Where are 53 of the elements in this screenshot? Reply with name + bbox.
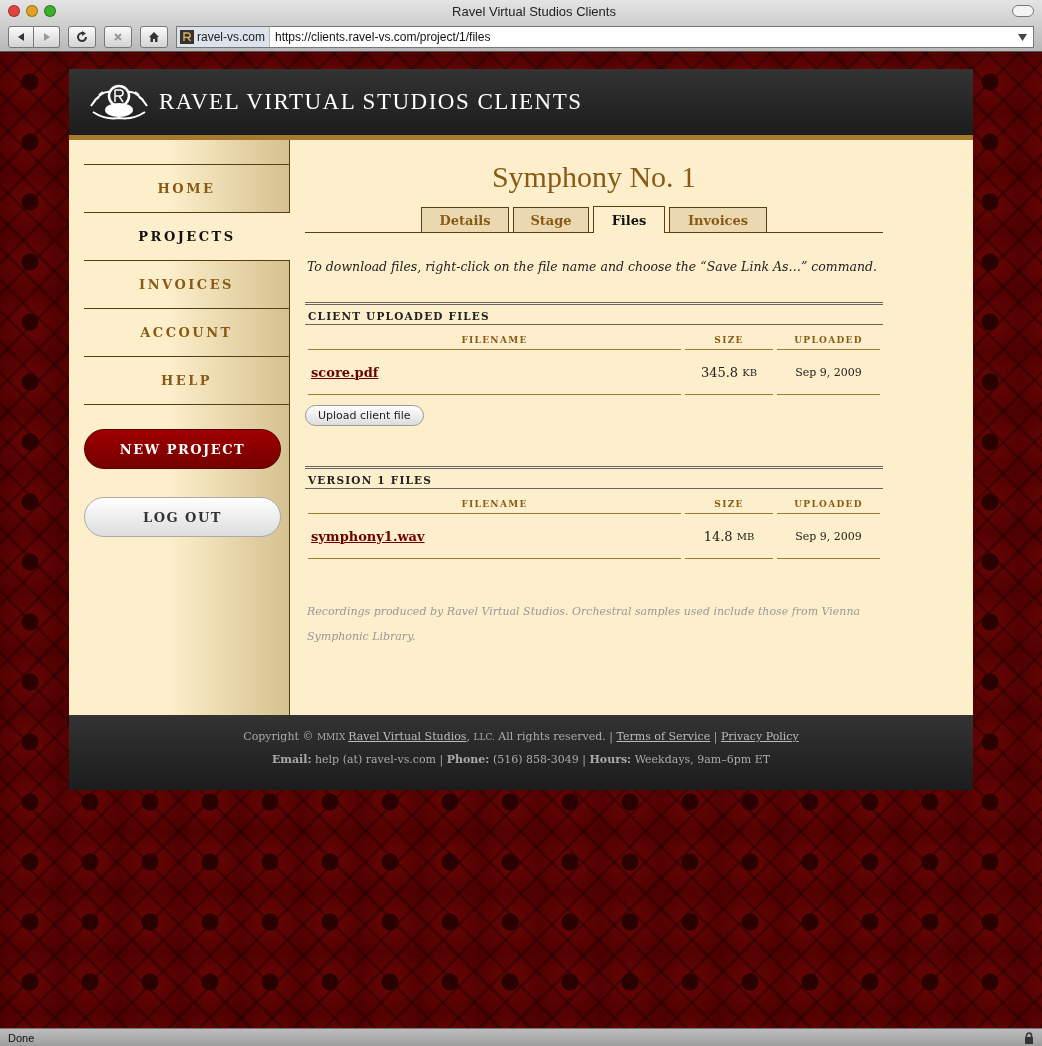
file-link[interactable]: symphony1.wav <box>311 528 425 544</box>
section-title: VERSION 1 FILES <box>305 466 883 489</box>
stop-icon <box>113 32 123 42</box>
stop-button[interactable] <box>104 26 132 48</box>
tab[interactable]: Files <box>593 206 665 233</box>
size-cell: 345.8 KB <box>685 350 773 395</box>
window-pill-button[interactable] <box>1012 5 1034 17</box>
column-header: UPLOADED <box>777 489 880 514</box>
log-out-button[interactable]: LOG OUT <box>84 497 281 537</box>
tab[interactable]: Stage <box>513 207 589 232</box>
nav-item[interactable]: INVOICES <box>84 261 289 309</box>
upload-button[interactable]: Upload client file <box>305 405 424 426</box>
footer-link[interactable]: Terms of Service <box>616 730 711 743</box>
date-cell: Sep 9, 2009 <box>777 350 880 395</box>
window-controls[interactable] <box>8 5 56 17</box>
back-arrow-icon <box>16 32 26 42</box>
new-project-button[interactable]: NEW PROJECT <box>84 429 281 469</box>
tab[interactable]: Invoices <box>669 207 767 232</box>
url-text: https://clients.ravel-vs.com/project/1/files <box>274 30 492 44</box>
column-header: SIZE <box>685 489 773 514</box>
reload-button[interactable] <box>68 26 96 48</box>
nav-item[interactable]: PROJECTS <box>84 213 290 261</box>
column-header: FILENAME <box>308 489 681 514</box>
reload-icon <box>76 31 88 43</box>
instructions-text: To download files, right-click on the file name and choose the “Save Link As…” command. <box>307 259 878 274</box>
column-header: FILENAME <box>308 325 681 350</box>
size-cell: 14.8 MB <box>685 514 773 559</box>
credits-text: Recordings produced by Ravel Virtual Studios. Orchestral samples used include those from Vienna Symphonic Library. <box>307 604 862 645</box>
back-button[interactable] <box>8 26 34 48</box>
window-title: Ravel Virtual Studios Clients <box>451 3 617 19</box>
page-title: Symphony No. 1 <box>490 160 698 194</box>
site-title: RAVEL VIRTUAL STUDIOS CLIENTS <box>159 89 583 115</box>
home-button[interactable] <box>140 26 168 48</box>
section-title: CLIENT UPLOADED FILES <box>305 302 883 325</box>
dropdown-icon[interactable] <box>1018 33 1027 41</box>
column-header: SIZE <box>685 325 773 350</box>
contact-text: Email: help (at) ravel-vs.com | Phone: (516) 858-3049 | Hours: Weekdays, 9am–6pm ET <box>270 753 772 766</box>
forward-arrow-icon <box>41 32 52 42</box>
date-cell: Sep 9, 2009 <box>777 514 880 559</box>
nav-item[interactable]: ACCOUNT <box>84 309 289 357</box>
site-name: ravel-vs.com <box>197 30 265 44</box>
home-icon <box>148 31 160 43</box>
tab[interactable]: Details <box>421 207 509 232</box>
column-header: UPLOADED <box>777 325 880 350</box>
address-bar[interactable]: ravel-vs.com https://clients.ravel-vs.com/project/1/files <box>176 26 1034 48</box>
nav-item[interactable]: HELP <box>84 357 289 405</box>
lock-icon <box>1024 1031 1034 1044</box>
status-text: Done <box>8 1031 35 1044</box>
forward-button[interactable] <box>34 26 60 48</box>
footer-link[interactable]: Privacy Policy <box>720 730 799 743</box>
site-icon <box>180 30 194 44</box>
copyright-text: Copyright © MMIX Ravel Virtual Studios, LLC. All rights reserved. | Terms of Service | Privacy Policy <box>242 730 800 743</box>
file-link[interactable]: score.pdf <box>311 364 379 380</box>
